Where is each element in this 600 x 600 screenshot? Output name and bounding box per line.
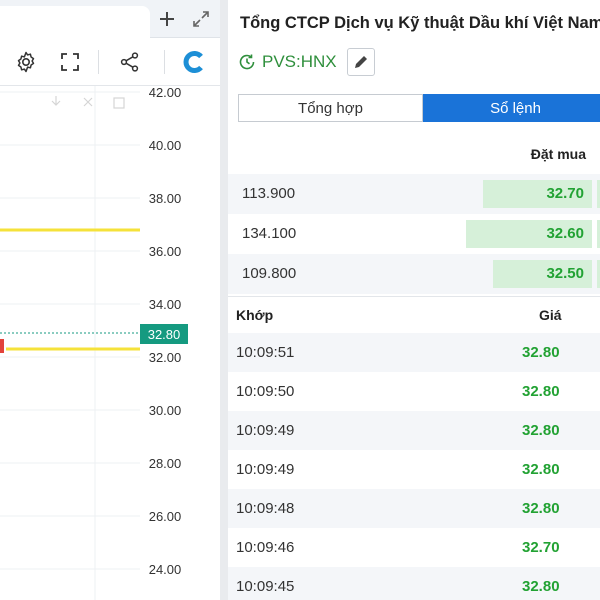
match-time: 10:09:49: [236, 461, 295, 478]
pencil-icon: [354, 56, 367, 68]
match-price-header: Giá: [539, 307, 562, 323]
order-panel: Tổng CTCP Dịch vụ Kỹ thuật Dầu khí Việt …: [228, 0, 600, 600]
price-axis-label: 26.00: [149, 509, 182, 524]
toolbar-divider: [164, 50, 165, 74]
match-time: 10:09:49: [236, 422, 295, 439]
match-row[interactable]: 10:09:48 32.80: [228, 489, 600, 528]
edit-ticker-button[interactable]: [346, 48, 375, 76]
plus-icon: [160, 12, 174, 26]
current-price-label: 32.80: [148, 327, 181, 342]
price-axis-label: 32.00: [149, 350, 182, 365]
close-icon: [83, 97, 93, 107]
match-row[interactable]: 10:09:49 32.80: [228, 450, 600, 489]
price-axis-label: 24.00: [149, 562, 182, 577]
expand-chart-button[interactable]: [188, 6, 214, 32]
share-icon: [120, 52, 139, 72]
chart-grid: [0, 86, 140, 600]
bid-volume: 113.900: [242, 185, 296, 202]
bid-volume: 134.100: [242, 225, 297, 242]
match-price: 32.80: [522, 578, 560, 595]
match-time: 10:09:50: [236, 383, 295, 400]
company-name: Tổng CTCP Dịch vụ Kỹ thuật Dầu khí Việt …: [240, 14, 600, 32]
price-axis-label: 42.00: [149, 86, 182, 100]
bid-row[interactable]: 113.900 32.70: [228, 174, 600, 214]
ticker-row: PVS:HNX: [238, 47, 375, 77]
chart-toolbar: [0, 38, 220, 86]
match-row[interactable]: 10:09:46 32.70: [228, 528, 600, 567]
bid-price: 32.50: [546, 265, 584, 282]
price-axis-label: 36.00: [149, 244, 182, 259]
expand-icon: [193, 11, 209, 27]
bid-row[interactable]: 134.100 32.60: [228, 214, 600, 254]
match-row[interactable]: 10:09:49 32.80: [228, 411, 600, 450]
match-time-header: Khớp: [236, 307, 274, 323]
price-axis-label: 34.00: [149, 297, 182, 312]
match-row[interactable]: 10:09:45 32.80: [228, 567, 600, 600]
chart-tab-strip: [0, 0, 220, 38]
match-price: 32.80: [522, 500, 560, 517]
match-time: 10:09:48: [236, 500, 295, 517]
brand-logo-button[interactable]: [180, 48, 208, 76]
fullscreen-icon: [61, 53, 79, 71]
candle[interactable]: [0, 339, 4, 353]
match-row[interactable]: 10:09:51 32.80: [228, 333, 600, 372]
match-time: 10:09:46: [236, 539, 295, 556]
gear-icon: [17, 51, 35, 73]
match-price: 32.80: [522, 344, 560, 361]
bid-column-header: Đặt mua: [530, 146, 586, 162]
price-axis-label: 40.00: [149, 138, 182, 153]
chart-tab[interactable]: [0, 6, 150, 38]
panel-tabs: Tổng hợp Sổ lệnh: [238, 94, 600, 122]
match-time: 10:09:51: [236, 344, 295, 361]
match-price: 32.70: [522, 539, 560, 556]
match-price: 32.80: [522, 422, 560, 439]
bid-row[interactable]: 109.800 32.50: [228, 254, 600, 294]
price-axis-label: 38.00: [149, 191, 182, 206]
chart-overlay-controls: [51, 96, 125, 109]
add-chart-button[interactable]: [154, 6, 180, 32]
price-axis-label: 28.00: [149, 456, 182, 471]
share-button[interactable]: [116, 48, 144, 76]
match-row[interactable]: 10:09:50 32.80: [228, 372, 600, 411]
bid-price: 32.70: [546, 185, 584, 202]
match-time: 10:09:45: [236, 578, 295, 595]
match-price: 32.80: [522, 461, 560, 478]
price-chart[interactable]: 42.00 40.00 38.00 36.00 34.00 32.00 30.00 28.00…: [0, 86, 220, 600]
tab-summary[interactable]: Tổng hợp: [238, 94, 423, 122]
price-axis-label: 30.00: [149, 403, 182, 418]
bid-volume: 109.800: [242, 265, 297, 282]
tab-order-book[interactable]: Sổ lệnh: [423, 94, 600, 122]
clock-refresh-icon: [239, 54, 255, 70]
bid-header: Đặt mua: [228, 140, 600, 172]
toolbar-divider: [98, 50, 99, 74]
scroll-down-icon: [51, 96, 61, 106]
chart-settings-button[interactable]: [12, 48, 40, 76]
bid-price: 32.60: [546, 225, 584, 242]
square-icon: [113, 97, 125, 109]
ticker-symbol[interactable]: PVS:HNX: [262, 52, 337, 72]
app-root: 42.00 40.00 38.00 36.00 34.00 32.00 30.00 28.00…: [0, 0, 600, 600]
match-price: 32.80: [522, 383, 560, 400]
chart-canvas[interactable]: 42.00 40.00 38.00 36.00 34.00 32.00 30.00 28.00…: [0, 86, 220, 600]
brand-logo-icon: [183, 51, 203, 73]
chart-panel: 42.00 40.00 38.00 36.00 34.00 32.00 30.00 28.00…: [0, 0, 220, 600]
match-header: Khớp Giá: [228, 296, 600, 332]
fullscreen-button[interactable]: [56, 48, 84, 76]
